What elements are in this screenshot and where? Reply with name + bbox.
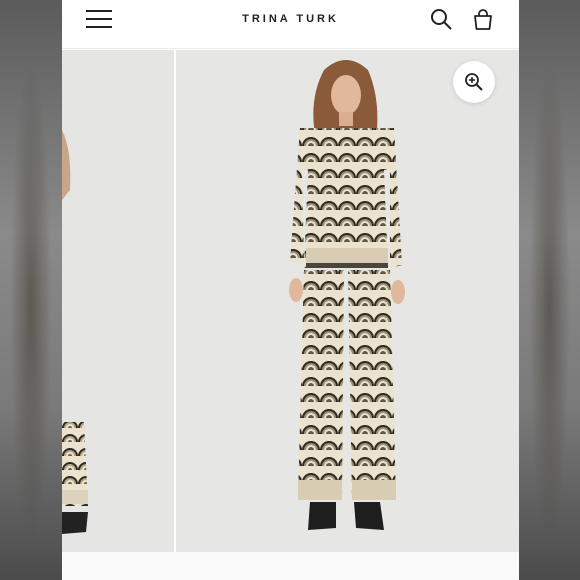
previous-photo: [62, 50, 174, 552]
product-image-gallery[interactable]: [62, 50, 519, 552]
zoom-button[interactable]: [453, 61, 495, 103]
shopping-bag-icon[interactable]: [471, 7, 495, 31]
model-photo: [176, 50, 519, 552]
backdrop-left: [0, 0, 62, 580]
product-image-main[interactable]: [176, 50, 519, 552]
search-icon[interactable]: [429, 7, 453, 31]
page-content-below: [62, 552, 519, 580]
backdrop-right: [519, 0, 580, 580]
zoom-in-icon: [465, 73, 483, 91]
product-image-previous[interactable]: [62, 50, 174, 552]
phone-screen: TRINA TURK: [62, 0, 519, 580]
site-header: TRINA TURK: [62, 0, 519, 49]
